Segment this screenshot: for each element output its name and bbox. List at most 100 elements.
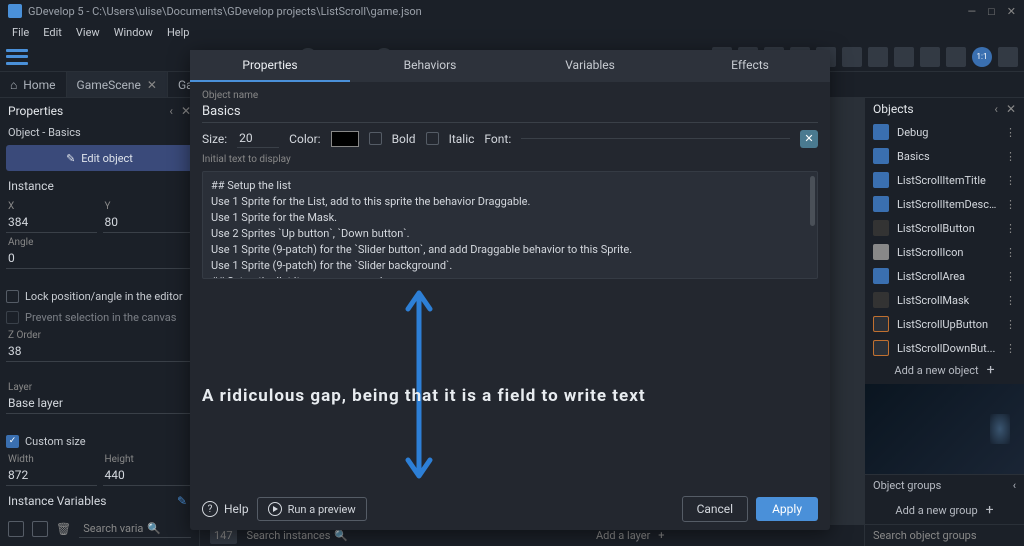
search-groups-input[interactable]: Search object groups: [865, 524, 1024, 546]
object-name-label: Object name: [202, 90, 818, 101]
objects-list: Debug⋮Basics⋮ListScrollItemTitle⋮ListScr…: [865, 120, 1024, 356]
window-maximize-button[interactable]: □: [988, 5, 995, 18]
undo-button[interactable]: [868, 47, 888, 67]
kebab-icon[interactable]: ⋮: [1005, 270, 1016, 283]
apply-button[interactable]: Apply: [756, 497, 818, 521]
customsize-checkbox[interactable]: [6, 435, 19, 448]
clear-font-icon[interactable]: ✕: [800, 130, 818, 148]
trash-icon[interactable]: 🗑: [56, 522, 71, 536]
x-input[interactable]: 384: [6, 212, 97, 233]
lock-checkbox[interactable]: [6, 290, 19, 303]
font-input[interactable]: [521, 138, 790, 139]
italic-checkbox[interactable]: [426, 132, 439, 145]
redo-button[interactable]: [894, 47, 914, 67]
tab-gamescene[interactable]: GameScene ✕: [67, 72, 168, 97]
copy-icon[interactable]: [8, 521, 24, 537]
help-button[interactable]: ? Help: [202, 501, 249, 517]
paste-icon[interactable]: [32, 521, 48, 537]
kebab-icon[interactable]: ⋮: [1005, 246, 1016, 259]
tab-close-icon[interactable]: ✕: [147, 78, 157, 92]
tab-effects[interactable]: Effects: [670, 50, 830, 82]
width-input[interactable]: 872: [6, 465, 97, 486]
tab-gamescene-label: GameScene: [77, 78, 141, 92]
object-row[interactable]: ListScrollMask ⋮: [865, 288, 1024, 312]
search-variables-input[interactable]: Search varia 🔍: [79, 520, 191, 538]
object-editor-dialog: Properties Behaviors Variables Effects O…: [190, 50, 830, 530]
object-name-input[interactable]: Basics: [202, 101, 818, 123]
kebab-icon[interactable]: ⋮: [1005, 318, 1016, 331]
bold-checkbox[interactable]: [369, 132, 382, 145]
kebab-icon[interactable]: ⋮: [1005, 174, 1016, 187]
object-thumb: [873, 268, 889, 284]
tab-variables[interactable]: Variables: [510, 50, 670, 82]
object-row[interactable]: ListScrollItemTitle ⋮: [865, 168, 1024, 192]
search-instances-input[interactable]: Search instances🔍: [247, 529, 397, 542]
grid-button[interactable]: [946, 47, 966, 67]
tab-behaviors[interactable]: Behaviors: [350, 50, 510, 82]
prevent-checkbox[interactable]: [6, 311, 19, 324]
height-input[interactable]: 440: [103, 465, 194, 486]
object-name: ListScrollArea: [897, 270, 997, 283]
menu-view[interactable]: View: [70, 24, 106, 41]
plus-icon: +: [986, 502, 994, 518]
object-row[interactable]: ListScrollArea ⋮: [865, 264, 1024, 288]
menu-help[interactable]: Help: [161, 24, 196, 41]
zoom-fit-button[interactable]: 1:1: [972, 47, 992, 67]
menu-icon[interactable]: [6, 49, 28, 65]
menu-edit[interactable]: Edit: [37, 24, 68, 41]
run-preview-button[interactable]: Run a preview: [257, 497, 367, 521]
font-label: Font:: [484, 132, 511, 146]
kebab-icon[interactable]: ⋮: [1005, 126, 1016, 139]
add-group-button[interactable]: Add a new group +: [865, 496, 1024, 524]
layer-select[interactable]: Base layer: [6, 393, 193, 414]
size-input[interactable]: 20: [237, 129, 279, 148]
color-swatch[interactable]: [331, 131, 359, 147]
object-row[interactable]: ListScrollIcon⋮: [865, 240, 1024, 264]
window-minimize-button[interactable]: —: [968, 5, 977, 18]
object-row[interactable]: Debug⋮: [865, 120, 1024, 144]
object-thumb: [873, 148, 889, 164]
window-titlebar: GDevelop 5 - C:\Users\ulise\Documents\GD…: [0, 0, 1024, 22]
angle-input[interactable]: 0: [6, 248, 193, 269]
kebab-icon[interactable]: ⋮: [1005, 198, 1016, 211]
tab-properties[interactable]: Properties: [190, 50, 350, 82]
add-object-button[interactable]: Add a new object +: [865, 356, 1024, 384]
instance-variables-header: Instance Variables: [8, 494, 106, 508]
app-icon: [8, 4, 22, 18]
groups-collapse-icon[interactable]: ‹: [1013, 479, 1016, 492]
textarea-scrollbar[interactable]: [810, 176, 815, 226]
kebab-icon[interactable]: ⋮: [1005, 342, 1016, 355]
zorder-input[interactable]: 38: [6, 341, 193, 362]
objects-close-icon[interactable]: ✕: [1006, 102, 1016, 116]
toolbar-btn-6[interactable]: [842, 47, 862, 67]
object-row[interactable]: ListScrollButton⋮: [865, 216, 1024, 240]
object-row[interactable]: ListScrollUpButton⋮: [865, 312, 1024, 336]
edit-object-button[interactable]: ✎ Edit object: [6, 145, 193, 171]
object-row[interactable]: Basics⋮: [865, 144, 1024, 168]
kebab-icon[interactable]: ⋮: [1005, 294, 1016, 307]
add-layer-button[interactable]: Add a layer: [596, 529, 650, 542]
kebab-icon[interactable]: ⋮: [1005, 150, 1016, 163]
object-name: ListScrollItemTitle: [897, 174, 997, 187]
window-close-button[interactable]: ✕: [1007, 5, 1016, 18]
initial-text-textarea[interactable]: ## Setup the list Use 1 Sprite for the L…: [202, 171, 818, 279]
menu-window[interactable]: Window: [108, 24, 159, 41]
object-row[interactable]: ListScrollDownBut...⋮: [865, 336, 1024, 356]
tab-home[interactable]: ⌂ Home: [0, 72, 67, 97]
height-label: Height: [103, 454, 194, 465]
toolbar-btn-9[interactable]: [920, 47, 940, 67]
cancel-button[interactable]: Cancel: [682, 496, 749, 522]
objects-panel: Objects ‹✕ Debug⋮Basics⋮ListScrollItemTi…: [864, 98, 1024, 546]
search-instances-placeholder: Search instances: [247, 529, 331, 542]
kebab-icon[interactable]: ⋮: [1005, 222, 1016, 235]
menu-file[interactable]: File: [6, 24, 35, 41]
y-input[interactable]: 80: [103, 212, 194, 233]
customsize-label: Custom size: [25, 435, 86, 448]
objects-collapse-icon[interactable]: ‹: [994, 102, 998, 116]
toolbar-btn-12[interactable]: [998, 47, 1018, 67]
edit-variables-icon[interactable]: ✎: [177, 494, 191, 508]
object-row[interactable]: ListScrollItemDesc...⋮: [865, 192, 1024, 216]
add-object-label: Add a new object: [894, 364, 978, 377]
object-name: ListScrollMask: [897, 294, 997, 307]
panel-collapse-icon[interactable]: ‹: [169, 104, 173, 118]
